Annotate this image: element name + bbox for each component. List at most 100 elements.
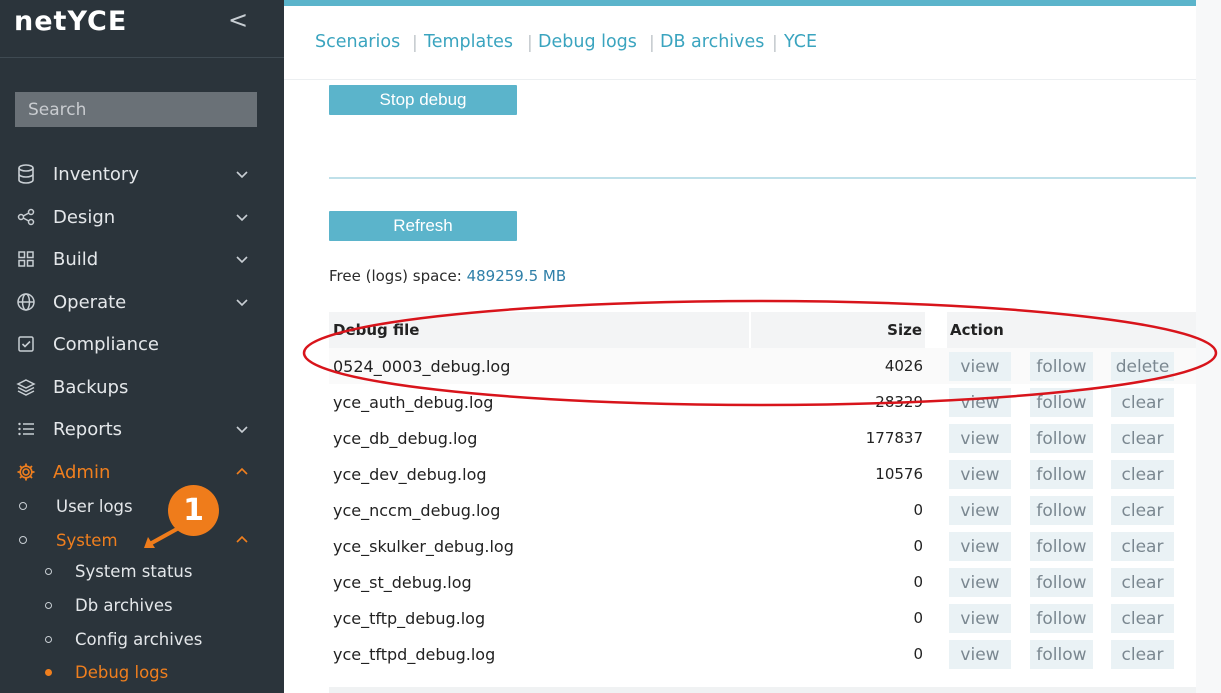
stop-debug-button[interactable]: Stop debug: [329, 85, 517, 115]
bullet-icon: [45, 668, 52, 676]
table-row: 0524_0003_debug.log 4026 view follow del…: [329, 348, 1196, 384]
view-button[interactable]: view: [949, 460, 1011, 489]
sub-item-config-archives[interactable]: Config archives: [0, 624, 284, 654]
view-button[interactable]: view: [949, 388, 1011, 417]
clear-button[interactable]: clear: [1111, 568, 1174, 597]
chevron-down-icon: [236, 426, 248, 434]
table-row: yce_dev_debug.log 10576 view follow clea…: [329, 456, 1196, 492]
debug-file-name: yce_auth_debug.log: [333, 392, 494, 412]
tab-bar: Scenarios | Templates | Debug logs | DB …: [284, 6, 1196, 80]
share-icon: [15, 206, 37, 228]
sub-item-user-logs[interactable]: User logs: [0, 491, 284, 521]
follow-button[interactable]: follow: [1030, 640, 1093, 669]
follow-button[interactable]: follow: [1030, 532, 1093, 561]
chevron-down-icon: [236, 299, 248, 307]
view-button[interactable]: view: [949, 604, 1011, 633]
nav-item-admin[interactable]: Admin: [0, 454, 284, 490]
search-input[interactable]: [15, 92, 257, 127]
database-icon: [15, 163, 37, 185]
nav-item-compliance[interactable]: Compliance: [0, 326, 284, 362]
tab-yce[interactable]: YCE: [784, 32, 817, 52]
clear-button[interactable]: clear: [1111, 496, 1174, 525]
follow-button[interactable]: follow: [1030, 460, 1093, 489]
bullet-icon: [45, 601, 52, 609]
clear-button[interactable]: clear: [1111, 640, 1174, 669]
sub-item-system-status[interactable]: System status: [0, 556, 284, 586]
clear-button[interactable]: clear: [1111, 460, 1174, 489]
view-button[interactable]: view: [949, 424, 1011, 453]
table-row: yce_skulker_debug.log 0 view follow clea…: [329, 528, 1196, 564]
follow-button[interactable]: follow: [1030, 568, 1093, 597]
tab-separator: |: [527, 33, 533, 53]
checkbox-icon: [15, 333, 37, 355]
follow-button[interactable]: follow: [1030, 496, 1093, 525]
nav-label: Admin: [53, 461, 111, 483]
sub-label: Config archives: [75, 629, 203, 649]
tab-debug-logs[interactable]: Debug logs: [538, 32, 637, 52]
nav-item-backups[interactable]: Backups: [0, 369, 284, 405]
nav-item-inventory[interactable]: Inventory: [0, 156, 284, 192]
gear-icon: [15, 461, 37, 483]
view-button[interactable]: view: [949, 640, 1011, 669]
sub-item-debug-logs[interactable]: Debug logs: [0, 657, 284, 687]
layers-icon: [15, 376, 37, 398]
tab-scenarios[interactable]: Scenarios: [315, 32, 400, 52]
nav-label: Reports: [53, 418, 123, 440]
debug-file-name: yce_db_debug.log: [333, 428, 478, 448]
view-button[interactable]: view: [949, 568, 1011, 597]
clear-button[interactable]: clear: [1111, 604, 1174, 633]
clear-button[interactable]: clear: [1111, 424, 1174, 453]
grid-icon: [15, 248, 37, 270]
debug-file-size: 0: [913, 609, 923, 627]
nav-item-operate[interactable]: Operate: [0, 284, 284, 320]
free-space-label: Free (logs) space:: [329, 267, 462, 285]
app-logo[interactable]: netYCE: [14, 6, 127, 37]
tab-separator: |: [772, 33, 778, 53]
view-button[interactable]: view: [949, 496, 1011, 525]
chevron-left-icon[interactable]: <: [228, 6, 248, 34]
debug-file-name: yce_nccm_debug.log: [333, 500, 501, 520]
debug-file-size: 10576: [875, 465, 923, 483]
debug-file-name: yce_tftp_debug.log: [333, 608, 486, 628]
table-row: yce_tftpd_debug.log 0 view follow clear: [329, 636, 1196, 672]
divider: [0, 57, 284, 58]
nav-label: Inventory: [53, 163, 139, 185]
table-row: yce_nccm_debug.log 0 view follow clear: [329, 492, 1196, 528]
debug-file-size: 4026: [884, 357, 923, 375]
clear-button[interactable]: clear: [1111, 388, 1174, 417]
header-action: Action: [947, 312, 1196, 348]
sub-label: Debug logs: [75, 662, 169, 682]
tab-templates[interactable]: Templates: [424, 32, 513, 52]
sidebar: netYCE < Inventory Design Build Operate: [0, 0, 284, 693]
table-row: yce_tftp_debug.log 0 view follow clear: [329, 600, 1196, 636]
chevron-down-icon: [236, 256, 248, 264]
follow-button[interactable]: follow: [1030, 604, 1093, 633]
nav-label: Backups: [53, 376, 129, 398]
debug-file-name: yce_st_debug.log: [333, 572, 472, 592]
sub-item-db-archives[interactable]: Db archives: [0, 590, 284, 620]
header-size[interactable]: Size: [751, 312, 925, 348]
refresh-button[interactable]: Refresh: [329, 211, 517, 241]
nav-label: Build: [53, 248, 99, 270]
nav-item-design[interactable]: Design: [0, 199, 284, 235]
tab-db-archives[interactable]: DB archives: [660, 32, 764, 52]
view-button[interactable]: view: [949, 532, 1011, 561]
follow-button[interactable]: follow: [1030, 352, 1093, 381]
clear-button[interactable]: clear: [1111, 532, 1174, 561]
debug-file-name: 0524_0003_debug.log: [333, 356, 511, 376]
debug-file-name: yce_dev_debug.log: [333, 464, 487, 484]
free-space-value: 489259.5 MB: [466, 267, 567, 285]
debug-file-name: yce_skulker_debug.log: [333, 536, 514, 556]
table-row: yce_auth_debug.log 28329 view follow cle…: [329, 384, 1196, 420]
table-row: yce_db_debug.log 177837 view follow clea…: [329, 420, 1196, 456]
follow-button[interactable]: follow: [1030, 388, 1093, 417]
delete-button[interactable]: delete: [1111, 352, 1174, 381]
nav-item-build[interactable]: Build: [0, 241, 284, 277]
chevron-down-icon: [236, 214, 248, 222]
follow-button[interactable]: follow: [1030, 424, 1093, 453]
sub-label: User logs: [56, 496, 133, 516]
nav-item-reports[interactable]: Reports: [0, 411, 284, 447]
view-button[interactable]: view: [949, 352, 1011, 381]
header-debug-file[interactable]: Debug file: [329, 312, 749, 348]
nav-label: Design: [53, 206, 116, 228]
